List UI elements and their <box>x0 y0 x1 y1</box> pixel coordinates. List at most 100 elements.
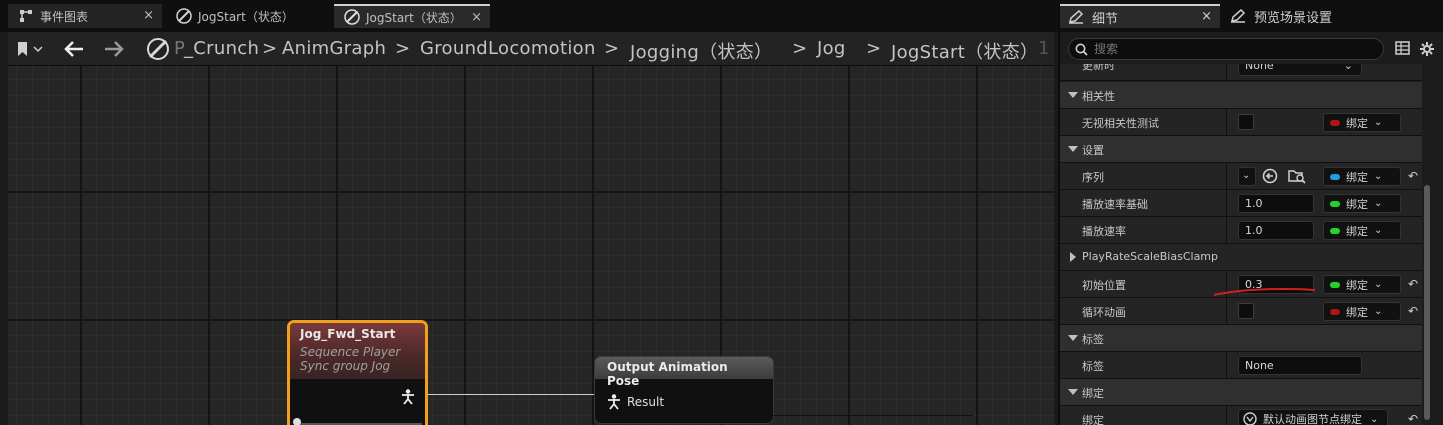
details-scrollbar[interactable] <box>1424 185 1430 420</box>
property-label: 播放速率基础 <box>1082 198 1148 211</box>
breadcrumb-item[interactable]: AnimGraph <box>282 38 386 59</box>
tab-label: 预览场景设置 <box>1254 10 1333 26</box>
close-icon[interactable]: × <box>471 10 482 26</box>
reset-arrow-icon[interactable]: ↶ <box>1408 277 1422 291</box>
pose-output-pin-icon[interactable] <box>401 389 415 408</box>
state-icon <box>176 8 192 24</box>
property-row-play-rate-basis: 播放速率基础 1.0 绑定 ⌄ <box>1060 190 1426 217</box>
property-label: 标签 <box>1082 360 1104 373</box>
pin-type-dot <box>1330 281 1340 288</box>
bind-dropdown[interactable]: 绑定 ⌄ <box>1323 167 1401 186</box>
bind-label: 绑定 <box>1346 305 1368 319</box>
reset-arrow-icon[interactable]: ↶ <box>1408 304 1422 318</box>
state-icon <box>344 9 360 25</box>
expand-arrow-icon[interactable] <box>1068 92 1078 98</box>
event-graph-icon <box>18 8 34 24</box>
bind-dropdown[interactable]: 绑定 ⌄ <box>1323 275 1401 294</box>
pose-wire <box>425 394 595 395</box>
property-label: 播放速率 <box>1082 225 1126 238</box>
tag-input[interactable]: None <box>1238 356 1362 375</box>
category-relevancy[interactable]: 相关性 <box>1060 82 1426 109</box>
property-row-loop-animation: 循环动画 绑定 ⌄ ↶ <box>1060 298 1426 325</box>
pin-type-dot <box>1330 119 1340 126</box>
property-label: 绑定 <box>1082 414 1104 425</box>
property-row-start-position: 初始位置 0.3 绑定 ⌄ ↶ <box>1060 271 1426 298</box>
play-rate-input[interactable]: 1.0 <box>1238 221 1314 240</box>
pencil-icon <box>1230 9 1246 23</box>
bind-dropdown[interactable]: 绑定 ⌄ <box>1323 113 1401 132</box>
property-list: 更新时 None ⌄ 相关性 无视相关性测试 绑定 ⌄ 设置 序列 ⌄ 绑定 ⌄… <box>1060 64 1428 425</box>
column-divider <box>1226 352 1227 379</box>
search-box[interactable] <box>1068 38 1384 60</box>
property-row-play-rate-clamp[interactable]: PlayRateScaleBiasClamp <box>1060 244 1426 271</box>
node-title: Output Animation Pose <box>595 357 773 388</box>
bind-dropdown[interactable]: 绑定 ⌄ <box>1323 221 1401 240</box>
tab-label: 细节 <box>1092 11 1119 27</box>
details-tab-bar: 细节 × 预览场景设置 <box>1060 0 1443 32</box>
ignore-relevancy-checkbox[interactable] <box>1238 114 1254 130</box>
bind-dropdown[interactable]: 绑定 ⌄ <box>1323 194 1401 213</box>
binding-type-dropdown[interactable]: 默认动画图节点绑定 ⌄ <box>1238 409 1388 425</box>
bookmark-icon[interactable] <box>12 37 48 61</box>
anim-graph-canvas[interactable]: Jog_Fwd_Start Sequence Player Sync group… <box>8 66 1054 425</box>
tab-event-graph[interactable]: 事件图表 × <box>8 4 162 28</box>
breadcrumb-item[interactable]: Jog <box>817 38 846 59</box>
breadcrumb: P _Crunch > AnimGraph > GroundLocomotion… <box>8 32 1054 66</box>
back-arrow-icon[interactable] <box>60 37 88 61</box>
reset-arrow-icon[interactable]: ↶ <box>1408 169 1422 183</box>
chevron-down-icon: ⌄ <box>1370 413 1379 425</box>
chevron-down-icon: ⌄ <box>1343 64 1353 72</box>
category-tags[interactable]: 标签 <box>1060 325 1426 352</box>
category-label: 绑定 <box>1082 387 1104 400</box>
pin-type-dot <box>1330 200 1340 207</box>
output-pose-node[interactable]: Output Animation Pose Result <box>594 356 973 424</box>
play-rate-basis-input[interactable]: 1.0 <box>1238 194 1314 213</box>
close-icon[interactable]: × <box>1201 9 1212 24</box>
expand-arrow-icon[interactable] <box>1068 146 1078 152</box>
result-pin[interactable]: Result <box>607 389 973 416</box>
expand-arrow-icon[interactable] <box>1068 335 1078 341</box>
pin-type-dot <box>1330 308 1340 315</box>
breadcrumb-item[interactable]: Jogging（状态） <box>630 38 772 64</box>
search-input[interactable] <box>1094 42 1364 56</box>
breadcrumb-separator: > <box>604 38 620 59</box>
tab-jogstart-1[interactable]: JogStart（状态） <box>166 4 326 28</box>
bind-dropdown[interactable]: 绑定 ⌄ <box>1323 302 1401 321</box>
tab-label: JogStart（状态） <box>366 10 462 25</box>
root: 事件图表 × JogStart（状态） JogStart（状态） × P _Cr… <box>0 0 1443 425</box>
table-view-icon[interactable] <box>1395 41 1410 58</box>
breadcrumb-separator: > <box>262 38 278 59</box>
pin-type-dot <box>1330 173 1340 180</box>
asset-picker-dropdown[interactable]: ⌄ <box>1238 167 1256 186</box>
expand-arrow-icon[interactable] <box>1068 389 1078 395</box>
expand-arrow-icon[interactable] <box>1070 252 1076 262</box>
breadcrumb-item[interactable]: GroundLocomotion <box>420 38 596 59</box>
tab-jogstart-2-active[interactable]: JogStart（状态） × <box>334 4 490 28</box>
node-header: Jog_Fwd_Start Sequence Player Sync group… <box>290 323 425 379</box>
property-row-tag: 标签 None <box>1060 352 1426 379</box>
graph-editor-panel: 事件图表 × JogStart（状态） JogStart（状态） × P _Cr… <box>0 0 1058 425</box>
close-icon[interactable]: × <box>143 8 154 24</box>
tab-label: 事件图表 <box>40 9 89 24</box>
browse-asset-icon[interactable] <box>1288 168 1306 187</box>
update-dropdown[interactable]: None ⌄ <box>1238 64 1362 76</box>
gear-icon[interactable] <box>1419 41 1435 60</box>
tab-details[interactable]: 细节 × <box>1060 4 1220 28</box>
breadcrumb-item[interactable]: JogStart（状态） <box>891 38 1038 64</box>
use-selected-asset-icon[interactable] <box>1262 168 1278 187</box>
category-binding[interactable]: 绑定 <box>1060 379 1426 406</box>
column-divider <box>1226 298 1227 325</box>
property-row-play-rate: 播放速率 1.0 绑定 ⌄ <box>1060 217 1426 244</box>
tab-preview-scene-settings[interactable]: 预览场景设置 <box>1222 4 1382 28</box>
sequence-player-node[interactable]: Jog_Fwd_Start Sequence Player Sync group… <box>287 320 428 425</box>
position-slider-handle[interactable] <box>293 418 301 425</box>
property-label: 序列 <box>1082 171 1104 184</box>
binding-icon <box>1243 412 1257 425</box>
forward-arrow-icon[interactable] <box>100 37 128 61</box>
reset-arrow-icon[interactable]: ↶ <box>1408 412 1422 425</box>
category-settings[interactable]: 设置 <box>1060 136 1426 163</box>
loop-animation-checkbox[interactable] <box>1238 303 1254 319</box>
breadcrumb-item[interactable]: _Crunch <box>184 38 259 59</box>
property-label: 更新时 <box>1082 64 1115 72</box>
node-subtitle: Sequence Player <box>300 345 401 359</box>
